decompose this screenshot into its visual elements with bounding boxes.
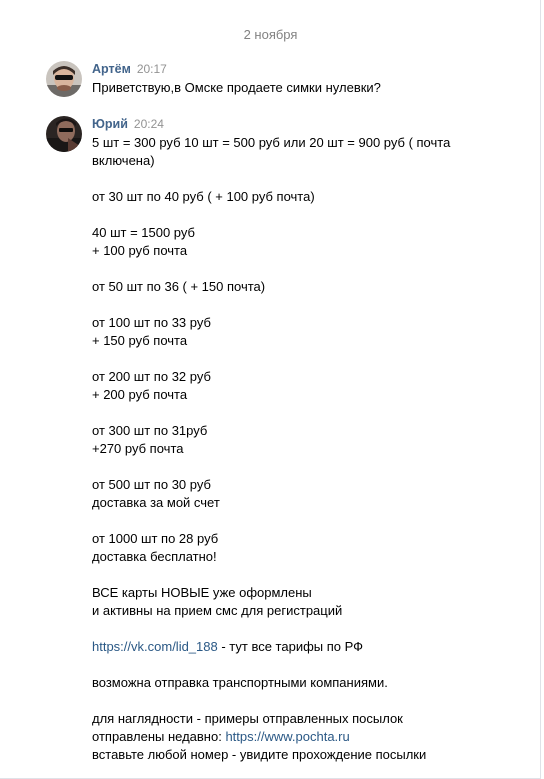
message-line bbox=[92, 656, 472, 674]
message-time[interactable]: 20:24 bbox=[134, 117, 164, 131]
pochta-link[interactable]: https://www.pochta.ru bbox=[225, 729, 349, 744]
message-line: возможна отправка транспортными компания… bbox=[92, 675, 388, 690]
message-line: Приветствую,в Омске продаете симки нулев… bbox=[92, 80, 381, 95]
message-line bbox=[92, 350, 472, 368]
message-line: от 300 шт по 31руб bbox=[92, 423, 208, 438]
message-line: от 1000 шт по 28 руб bbox=[92, 531, 219, 546]
message-text: Приветствую,в Омске продаете симки нулев… bbox=[92, 79, 472, 97]
message-yuri: Юрий 20:24 5 шт = 300 руб 10 шт = 500 руб… bbox=[46, 116, 526, 766]
message-line: от 500 шт по 30 руб bbox=[92, 477, 211, 492]
message-line: для наглядности - примеры отправленных п… bbox=[92, 711, 403, 726]
message-line: доставка за мой счет bbox=[92, 495, 220, 510]
avatar[interactable] bbox=[46, 61, 82, 97]
message-time[interactable]: 20:17 bbox=[137, 62, 167, 76]
message-text: 5 шт = 300 руб 10 шт = 500 руб или 20 шт… bbox=[92, 134, 472, 764]
message-line bbox=[92, 170, 472, 188]
link-prefix: отправлены недавно: bbox=[92, 729, 226, 744]
message-line: от 200 шт по 32 руб bbox=[92, 369, 211, 384]
message-line: ВСЕ карты НОВЫЕ уже оформлены bbox=[92, 585, 312, 600]
message-line-link: https://vk.com/lid_188 - тут все тарифы … bbox=[92, 638, 472, 656]
avatar[interactable] bbox=[46, 116, 82, 152]
message-line bbox=[92, 296, 472, 314]
message-line: 5 шт = 300 руб 10 шт = 500 руб или 20 шт… bbox=[92, 135, 451, 150]
message-line bbox=[92, 620, 472, 638]
message-line bbox=[92, 260, 472, 278]
message-line bbox=[92, 458, 472, 476]
message-line: + 200 руб почта bbox=[92, 387, 188, 402]
chat-history: 2 ноября Артём 20:17 Приветствую,в Омске … bbox=[0, 0, 541, 779]
message-line bbox=[92, 206, 472, 224]
message-line bbox=[92, 512, 472, 530]
message-line bbox=[92, 404, 472, 422]
author-name[interactable]: Юрий bbox=[92, 117, 128, 131]
message-line bbox=[92, 566, 472, 584]
message-line: от 100 шт по 33 руб bbox=[92, 315, 211, 330]
tariffs-link[interactable]: https://vk.com/lid_188 bbox=[92, 639, 218, 654]
message-line: доставка бесплатно! bbox=[92, 549, 217, 564]
message-artem: Артём 20:17 Приветствую,в Омске продаете … bbox=[46, 61, 526, 101]
avatar-artem-icon bbox=[46, 61, 82, 97]
message-line: от 50 шт по 36 ( + 150 почта) bbox=[92, 279, 266, 294]
message-line: вставьте любой номер - увидите прохожден… bbox=[92, 747, 427, 762]
date-separator: 2 ноября bbox=[243, 27, 298, 42]
message-header: Артём 20:17 bbox=[92, 61, 167, 77]
message-line: 40 шт = 1500 руб bbox=[92, 225, 195, 240]
message-line-link: отправлены недавно: https://www.pochta.r… bbox=[92, 728, 472, 746]
message-line: включена) bbox=[92, 153, 155, 168]
link-description: - тут все тарифы по РФ bbox=[217, 639, 364, 654]
message-header: Юрий 20:24 bbox=[92, 116, 164, 132]
avatar-yuri-icon bbox=[46, 116, 82, 152]
message-line: от 30 шт по 40 руб ( + 100 руб почта) bbox=[92, 189, 315, 204]
message-line: + 100 руб почта bbox=[92, 243, 188, 258]
message-line: +270 руб почта bbox=[92, 441, 184, 456]
message-line: + 150 руб почта bbox=[92, 333, 188, 348]
message-line bbox=[92, 692, 472, 710]
message-line: и активны на прием смс для регистраций bbox=[92, 603, 343, 618]
author-name[interactable]: Артём bbox=[92, 62, 131, 76]
